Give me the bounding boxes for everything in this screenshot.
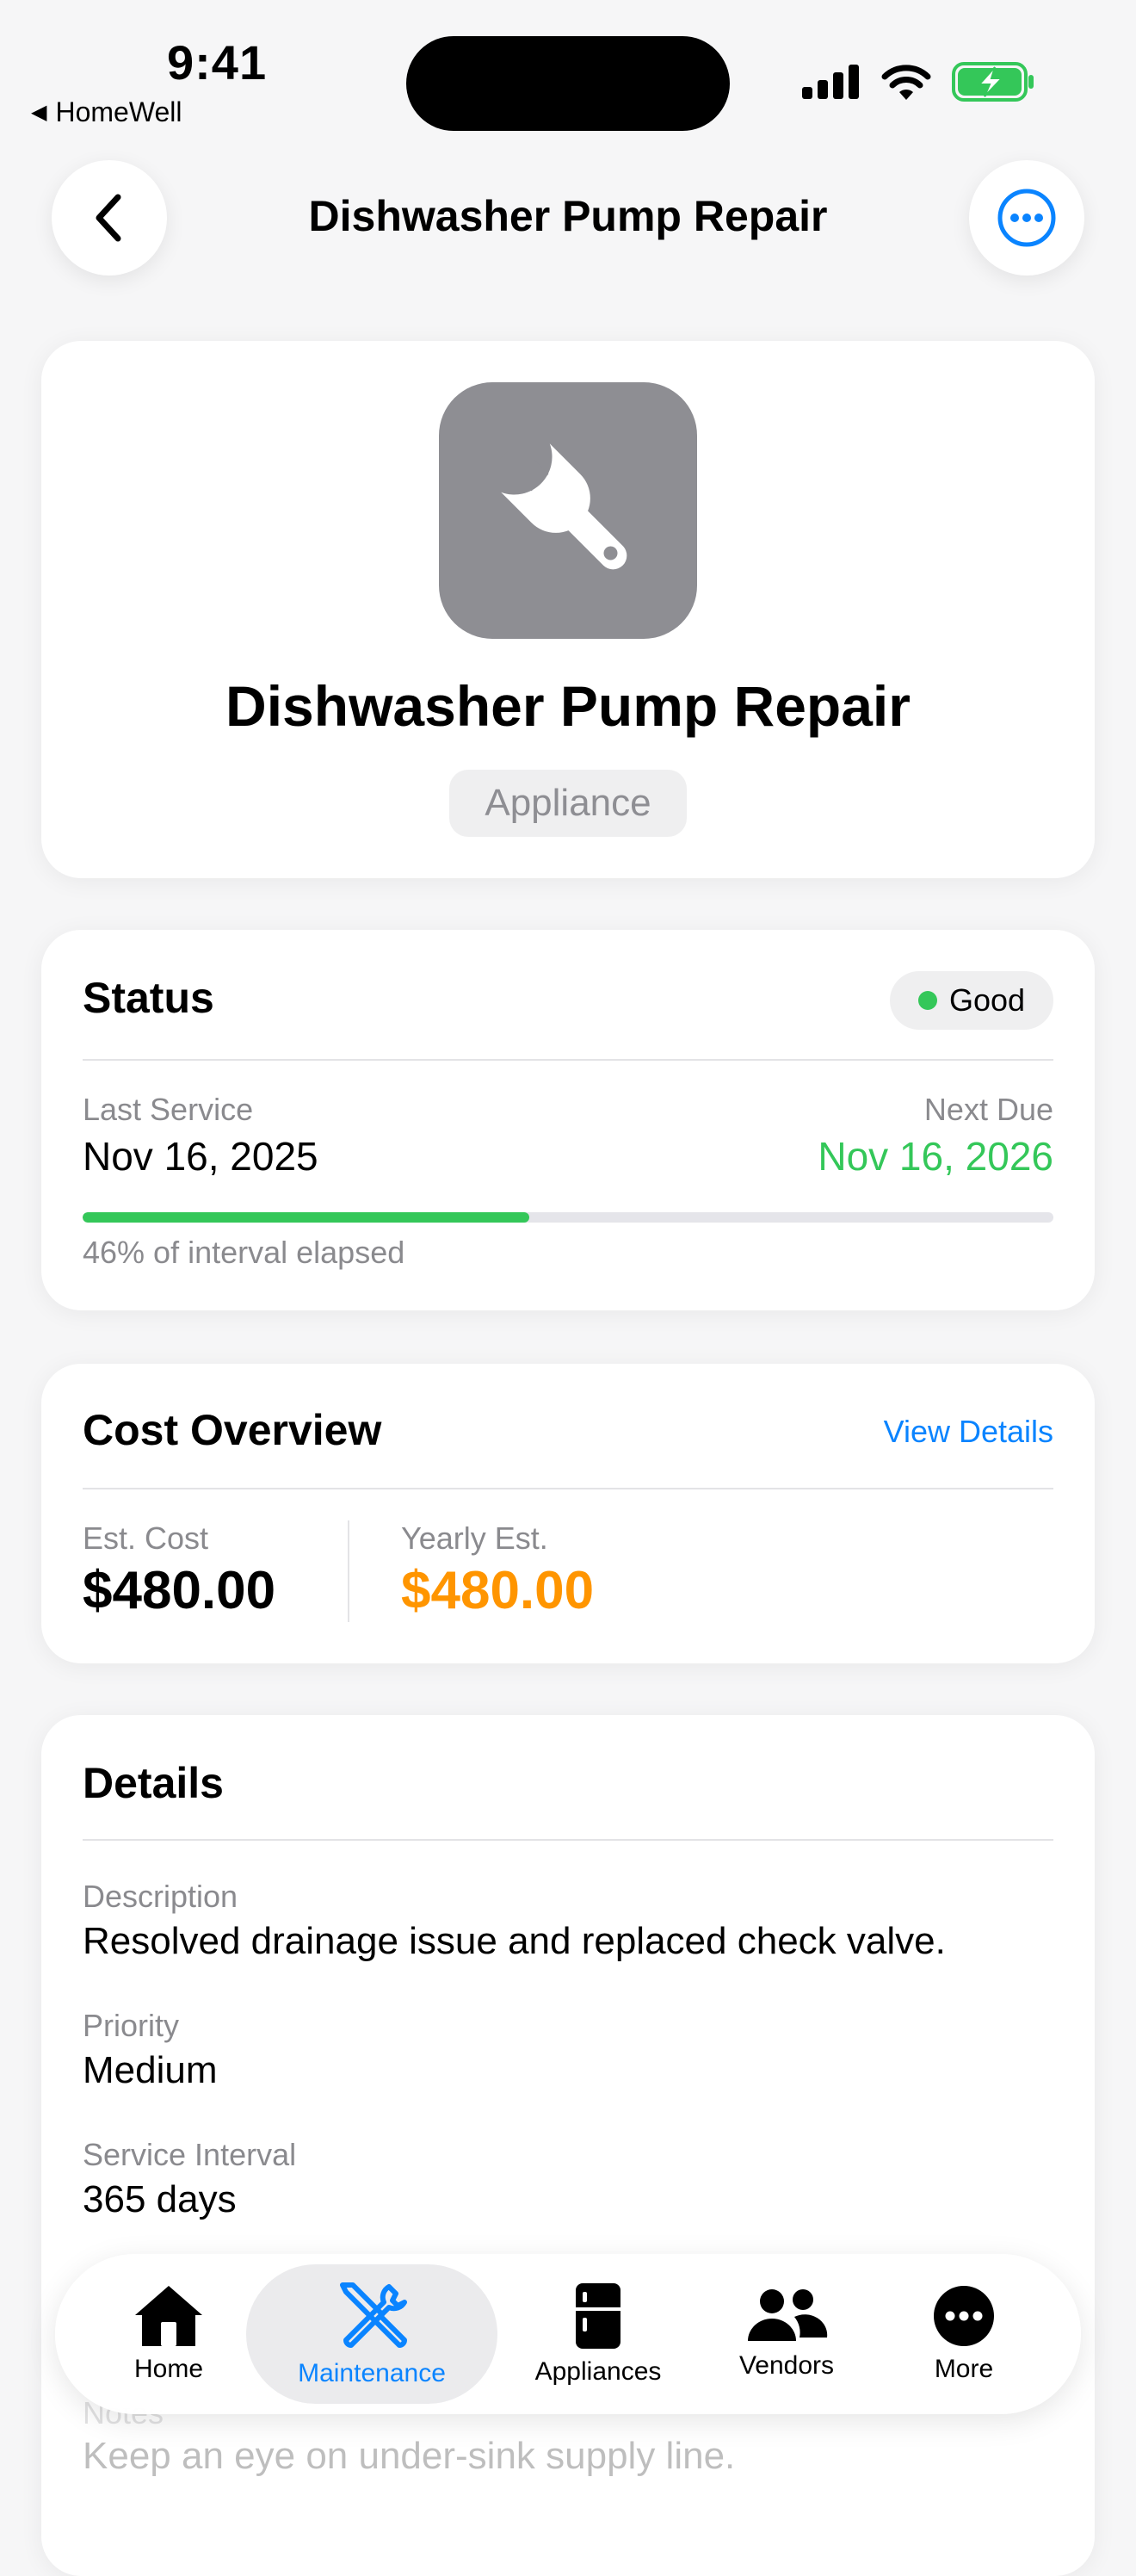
est-cost-value: $480.00 xyxy=(83,1561,276,1620)
tab-vendors-label: Vendors xyxy=(738,2351,835,2380)
description-label: Description xyxy=(83,1879,238,1914)
priority-value: Medium xyxy=(83,2049,218,2091)
last-service-value: Nov 16, 2025 xyxy=(83,1134,318,1179)
view-details-link[interactable]: View Details xyxy=(884,1414,1053,1450)
cost-card-header: Cost Overview View Details xyxy=(83,1364,1053,1489)
interval-progress-bar xyxy=(83,1212,1053,1223)
tab-home-label: Home xyxy=(133,2355,204,2383)
tab-maintenance[interactable]: Maintenance xyxy=(246,2264,497,2404)
category-tag: Appliance xyxy=(449,770,687,837)
tab-appliances[interactable]: Appliances xyxy=(508,2264,688,2404)
tab-appliances-label: Appliances xyxy=(534,2357,662,2386)
hero-card: Dishwasher Pump Repair Appliance xyxy=(41,341,1095,878)
details-card-header: Details xyxy=(83,1715,1053,1841)
notes-value: Keep an eye on under-sink supply line. xyxy=(83,2435,736,2477)
back-app-label: HomeWell xyxy=(55,96,182,127)
refrigerator-icon xyxy=(576,2283,620,2349)
status-card-header: Status Good xyxy=(83,930,1053,1061)
wrench-icon xyxy=(439,382,697,639)
ellipsis-circle-icon xyxy=(997,189,1056,247)
nav-title: Dishwasher Pump Repair xyxy=(308,192,828,240)
tab-more-label: More xyxy=(934,2355,994,2383)
tools-icon xyxy=(340,2282,407,2348)
item-title: Dishwasher Pump Repair xyxy=(225,674,911,738)
status-badge-label: Good xyxy=(948,982,1026,1018)
yearly-est-label: Yearly Est. xyxy=(401,1520,548,1556)
back-triangle-icon: ◀ xyxy=(31,101,47,124)
priority-label: Priority xyxy=(83,2008,180,2043)
cost-overview-card: Cost Overview View Details Est. Cost $48… xyxy=(41,1364,1095,1663)
status-card: Status Good Last Service Nov 16, 2025 Ne… xyxy=(41,930,1095,1310)
interval-progress-fill xyxy=(83,1212,529,1223)
tab-more[interactable]: More xyxy=(895,2264,1033,2404)
service-interval-label: Service Interval xyxy=(83,2137,297,2172)
dynamic-island xyxy=(406,36,730,131)
tab-vendors[interactable]: Vendors xyxy=(702,2264,871,2404)
est-cost-label: Est. Cost xyxy=(83,1520,209,1556)
status-badge: Good xyxy=(890,971,1053,1030)
cost-heading: Cost Overview xyxy=(83,1406,382,1454)
status-icons xyxy=(802,62,1034,102)
description-value: Resolved drainage issue and replaced che… xyxy=(83,1920,946,1962)
details-card: Details Description Resolved drainage is… xyxy=(41,1715,1095,2576)
status-heading: Status xyxy=(83,974,214,1022)
cellular-signal-icon xyxy=(802,65,859,99)
service-interval-value: 365 days xyxy=(83,2178,237,2220)
cost-divider xyxy=(348,1520,349,1622)
people-icon xyxy=(748,2289,828,2341)
next-due-value: Nov 16, 2026 xyxy=(818,1134,1053,1179)
status-time: 9:41 xyxy=(167,35,268,90)
yearly-est-value: $480.00 xyxy=(401,1561,595,1620)
more-options-button[interactable] xyxy=(969,160,1084,276)
next-due-label: Next Due xyxy=(923,1092,1053,1127)
tab-home[interactable]: Home xyxy=(103,2264,234,2404)
more-ellipsis-icon xyxy=(934,2286,994,2346)
wifi-icon xyxy=(881,65,931,100)
details-heading: Details xyxy=(83,1759,224,1807)
last-service-label: Last Service xyxy=(83,1092,254,1127)
interval-progress-label: 46% of interval elapsed xyxy=(83,1235,405,1270)
tab-bar: Home Maintenance Appliances Vendors More xyxy=(55,2254,1081,2414)
house-icon xyxy=(135,2286,202,2346)
status-dot-icon xyxy=(917,991,937,1010)
battery-charging-icon xyxy=(952,62,1034,102)
back-to-app-link[interactable]: ◀ HomeWell xyxy=(31,96,182,128)
tab-maintenance-label: Maintenance xyxy=(298,2359,446,2387)
